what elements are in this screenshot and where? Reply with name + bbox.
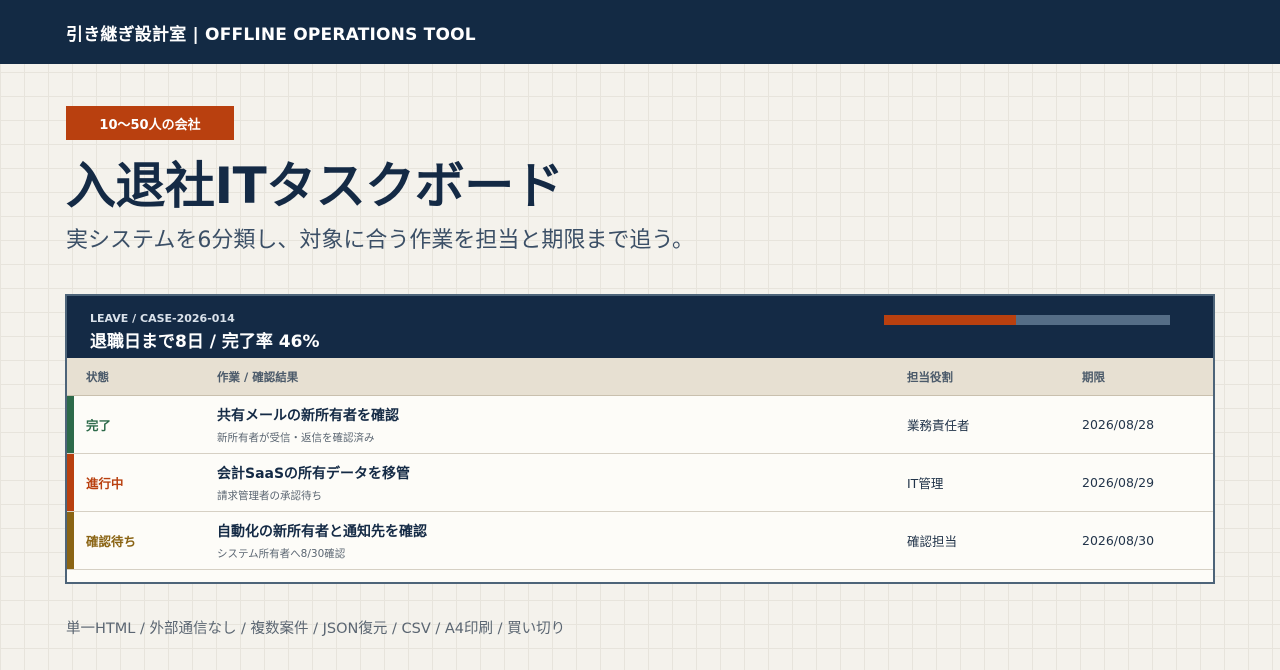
task-title: 自動化の新所有者と通知先を確認 bbox=[217, 523, 427, 540]
top-bar: 引き継ぎ設計室 | OFFLINE OPERATIONS TOOL bbox=[0, 0, 1280, 64]
status-stripe bbox=[67, 454, 74, 511]
task-cell: 自動化の新所有者と通知先を確認 システム所有者へ8/30確認 bbox=[217, 521, 907, 561]
task-title: 会計SaaSの所有データを移管 bbox=[217, 465, 411, 482]
role-cell: 確認担当 bbox=[907, 534, 958, 549]
due-date-cell: 2026/08/30 bbox=[1082, 533, 1155, 548]
status-stripe bbox=[67, 396, 74, 453]
status-stripe bbox=[67, 512, 74, 569]
case-id: LEAVE / CASE-2026-014 bbox=[90, 312, 235, 325]
status-label: 完了 bbox=[86, 418, 112, 433]
table-row[interactable]: 確認待ち 自動化の新所有者と通知先を確認 システム所有者へ8/30確認 確認担当… bbox=[67, 512, 1213, 570]
column-header-due: 期限 bbox=[1082, 369, 1105, 384]
page-title: 入退社ITタスクボード bbox=[66, 157, 564, 215]
task-board: LEAVE / CASE-2026-014 退職日まで8日 / 完了率 46% … bbox=[65, 294, 1215, 584]
due-date-cell: 2026/08/28 bbox=[1082, 417, 1155, 432]
role-cell: 業務責任者 bbox=[907, 418, 970, 433]
task-note: システム所有者へ8/30確認 bbox=[217, 547, 346, 560]
case-summary: 退職日まで8日 / 完了率 46% bbox=[90, 332, 320, 352]
table-header: 状態 作業 / 確認結果 担当役割 期限 bbox=[67, 358, 1213, 396]
column-header-status: 状態 bbox=[86, 369, 109, 384]
brand-title: 引き継ぎ設計室 | OFFLINE OPERATIONS TOOL bbox=[66, 24, 476, 45]
due-date-cell: 2026/08/29 bbox=[1082, 475, 1155, 490]
status-label: 進行中 bbox=[86, 476, 124, 491]
role-cell: IT管理 bbox=[907, 476, 944, 491]
task-cell: 共有メールの新所有者を確認 新所有者が受信・返信を確認済み bbox=[217, 405, 907, 445]
task-title: 共有メールの新所有者を確認 bbox=[217, 407, 399, 424]
table-row[interactable]: 進行中 会計SaaSの所有データを移管 請求管理者の承認待ち IT管理 2026… bbox=[67, 454, 1213, 512]
progress-bar bbox=[884, 315, 1170, 325]
task-cell: 会計SaaSの所有データを移管 請求管理者の承認待ち bbox=[217, 463, 907, 503]
column-header-role: 担当役割 bbox=[907, 369, 953, 384]
task-note: 新所有者が受信・返信を確認済み bbox=[217, 431, 375, 444]
page-subtitle: 実システムを6分類し、対象に合う作業を担当と期限まで追う。 bbox=[66, 228, 695, 253]
column-header-task: 作業 / 確認結果 bbox=[217, 369, 299, 384]
task-note: 請求管理者の承認待ち bbox=[217, 489, 322, 502]
progress-fill bbox=[884, 315, 1016, 325]
audience-badge: 10〜50人の会社 bbox=[66, 106, 234, 140]
status-label: 確認待ち bbox=[86, 534, 137, 549]
feature-list: 単一HTML / 外部通信なし / 複数案件 / JSON復元 / CSV / … bbox=[66, 621, 566, 637]
table-row[interactable]: 完了 共有メールの新所有者を確認 新所有者が受信・返信を確認済み 業務責任者 2… bbox=[67, 396, 1213, 454]
case-header: LEAVE / CASE-2026-014 退職日まで8日 / 完了率 46% bbox=[67, 296, 1213, 358]
